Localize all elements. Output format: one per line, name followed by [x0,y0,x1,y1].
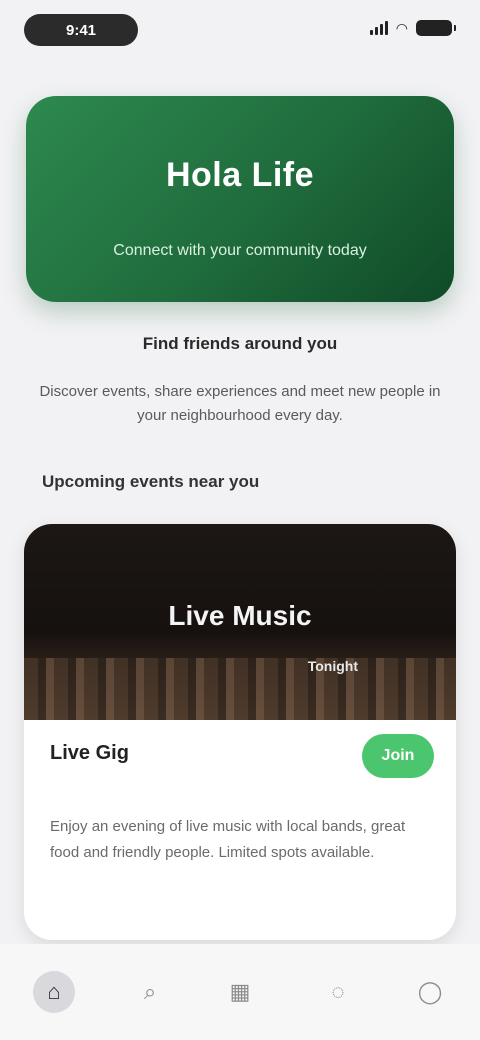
event-card[interactable]: Live Music Tonight Live Gig Join Enjoy a… [24,524,456,940]
tab-chat[interactable]: ◌ [290,962,386,1022]
hero-banner[interactable]: Hola Life Connect with your community to… [26,96,454,302]
section-heading: Upcoming events near you [42,472,260,491]
event-image-tag: Tonight [307,658,358,674]
chat-icon: ◌ [331,979,345,1004]
tab-bar: ⌂ ⌕ ▦ ◌ ◯ [0,944,480,1040]
tab-profile[interactable]: ◯ [382,962,478,1022]
event-description: Enjoy an evening of live music with loca… [50,818,406,861]
event-name: Live Gig [50,742,129,764]
calendar-icon: ▦ [229,979,251,1004]
status-bar: 9:41 ◠ [0,0,480,60]
event-image-title: Live Music [168,600,312,631]
battery-icon [416,20,456,36]
status-time: 9:41 [24,14,138,46]
profile-icon: ◯ [417,979,443,1004]
hero-caption: Find friends around you [142,334,338,353]
event-image-crowd [24,658,456,720]
tab-home[interactable]: ⌂ [6,962,102,1022]
home-icon: ⌂ [33,971,75,1013]
event-image[interactable]: Live Music Tonight [24,524,456,720]
wifi-icon: ◠ [395,20,408,36]
hero-title: Hola Life [165,156,315,194]
tab-search[interactable]: ⌕ [102,962,198,1022]
signal-icon [369,21,388,35]
hero-subtitle: Connect with your community today [113,242,367,259]
tab-calendar[interactable]: ▦ [192,962,288,1022]
intro-text: Discover events, share experiences and m… [39,383,441,424]
join-button[interactable]: Join [362,734,434,778]
search-icon: ⌕ [143,979,157,1004]
status-icons: ◠ [369,20,456,36]
